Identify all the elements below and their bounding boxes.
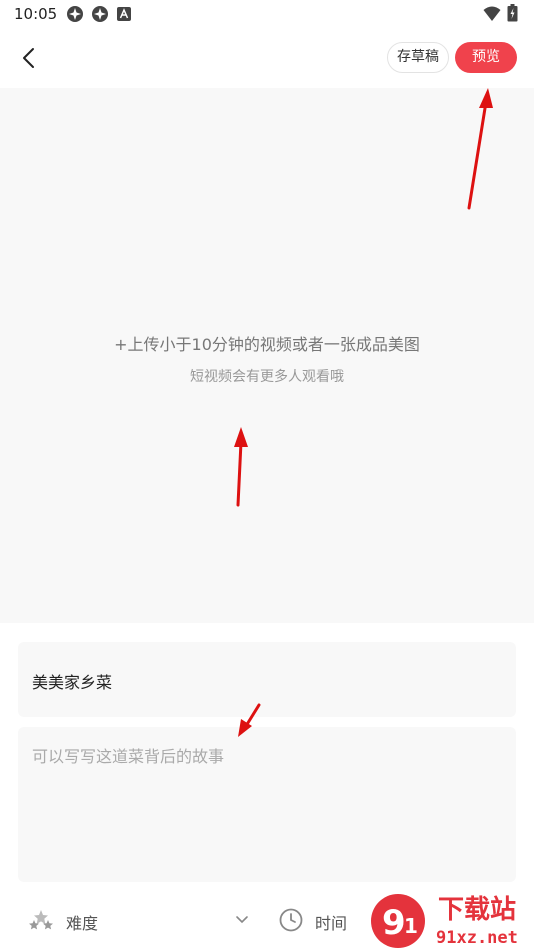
preview-button[interactable]: 预览 xyxy=(455,42,517,73)
time-select[interactable]: 时间 xyxy=(278,903,378,937)
difficulty-label: 难度 xyxy=(66,914,99,933)
header: 存草稿 预览 xyxy=(0,28,534,88)
wifi-icon xyxy=(483,6,501,21)
app-notification-icon xyxy=(67,6,83,22)
media-upload-area[interactable]: +上传小于10分钟的视频或者一张成品美图 短视频会有更多人观看哦 xyxy=(0,88,534,623)
upload-hint: 短视频会有更多人观看哦 xyxy=(190,369,344,385)
status-time: 10:05 xyxy=(14,5,58,23)
battery-icon xyxy=(507,4,518,22)
recipe-title-input[interactable]: 美美家乡菜 xyxy=(18,642,516,717)
a-icon xyxy=(117,7,131,21)
chevron-left-icon xyxy=(23,48,34,68)
save-draft-button[interactable]: 存草稿 xyxy=(387,42,449,73)
time-label: 时间 xyxy=(315,914,348,933)
back-button[interactable] xyxy=(14,42,46,74)
page: 10:05 存草稿 预览 +上传小于10分钟的视频或者一张成品美图 短视频会有更… xyxy=(0,0,534,950)
recipe-attributes-row: 难度 时间 xyxy=(0,895,534,945)
stars-icon xyxy=(29,910,53,930)
recipe-title-value: 美美家乡菜 xyxy=(32,673,113,692)
recipe-story-input[interactable]: 可以写写这道菜背后的故事 xyxy=(18,727,516,882)
upload-prompt: +上传小于10分钟的视频或者一张成品美图 xyxy=(114,335,420,354)
chevron-down-icon xyxy=(236,916,248,924)
app-notification-icon xyxy=(92,6,108,22)
recipe-story-placeholder: 可以写写这道菜背后的故事 xyxy=(32,747,225,766)
clock-icon xyxy=(279,908,303,932)
difficulty-select[interactable]: 难度 xyxy=(28,903,254,937)
status-bar: 10:05 xyxy=(0,0,534,28)
